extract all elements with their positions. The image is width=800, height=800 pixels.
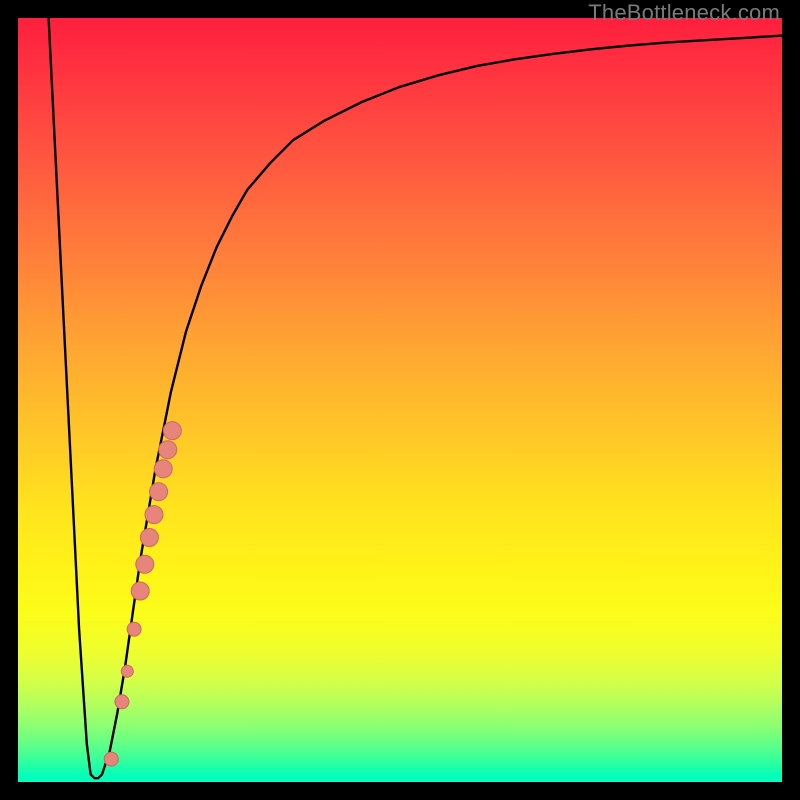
scatter-dot — [150, 483, 168, 501]
scatter-dot — [127, 622, 141, 636]
scatter-dot — [140, 529, 158, 547]
bottleneck-curve — [49, 18, 782, 778]
chart-frame: TheBottleneck.com — [0, 0, 800, 800]
scatter-dot — [136, 555, 154, 573]
scatter-dots — [104, 422, 181, 766]
scatter-dot — [121, 665, 133, 677]
scatter-dot — [104, 752, 118, 766]
scatter-dot — [115, 695, 129, 709]
scatter-dot — [154, 460, 172, 478]
scatter-dot — [131, 582, 149, 600]
watermark-text: TheBottleneck.com — [588, 0, 780, 26]
scatter-dot — [145, 506, 163, 524]
scatter-dot — [159, 441, 177, 459]
scatter-dot — [163, 422, 181, 440]
chart-svg — [18, 18, 782, 782]
plot-area — [18, 18, 782, 782]
